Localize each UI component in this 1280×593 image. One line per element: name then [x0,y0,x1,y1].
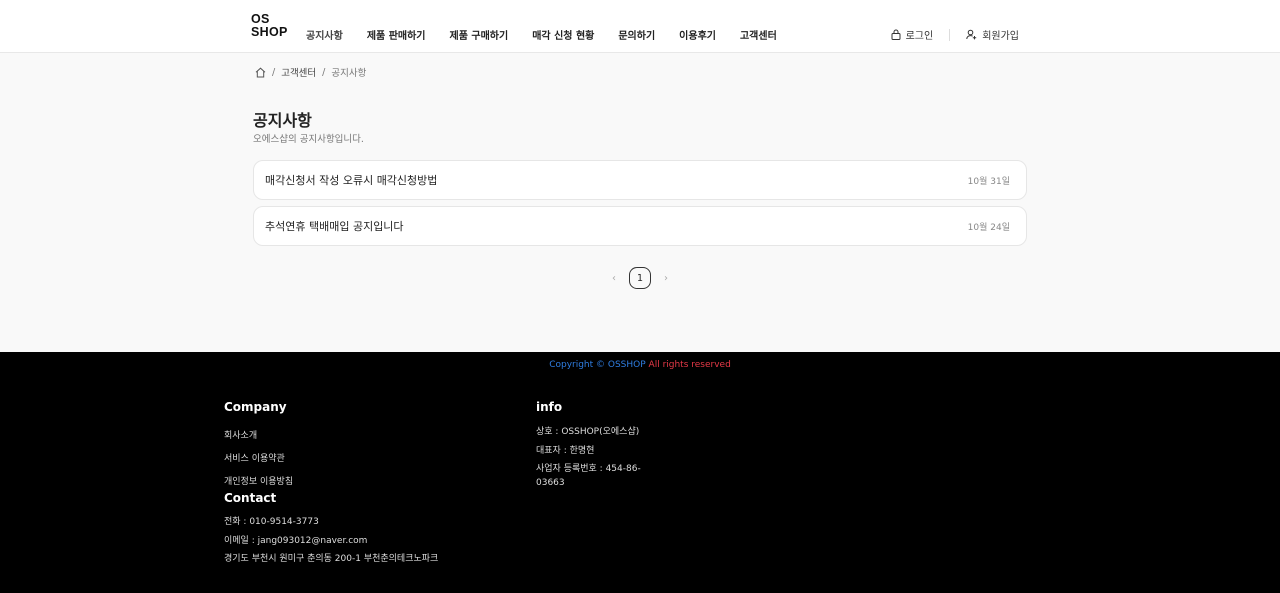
notice-date: 10월 24일 [967,222,1010,233]
notice-title: 추석연휴 택배매입 공지입니다 [265,220,404,233]
contact-heading: Contact [224,491,277,505]
footer-link-privacy[interactable]: 개인정보 이용방침 [224,474,438,487]
nav-item-support[interactable]: 고객센터 [740,27,777,42]
page-subtitle: 오에스샵의 공지사항입니다. [253,134,364,145]
notice-title: 매각신청서 작성 오류시 매각신청방법 [265,174,438,187]
info-business-number: 사업자 등록번호 : 454-86-03663 [536,464,641,488]
main-nav: 공지사항 제품 판매하기 제품 구매하기 매각 신청 현황 문의하기 이용후기 … [306,27,801,42]
copyright-tail: All rights reserved [648,360,731,370]
notice-date: 10월 31일 [967,176,1010,187]
contact-email: 이메일 : jang093012@naver.com [224,535,368,546]
prev-page-button[interactable]: ‹ [604,267,624,289]
page-number-button[interactable]: 1 [629,267,651,289]
info-ceo: 대표자 : 한명현 [536,445,595,456]
pagination: ‹ 1 › [604,267,676,289]
breadcrumb: / 고객센터 / 공지사항 [255,65,366,79]
footer-link-about[interactable]: 회사소개 [224,428,438,441]
nav-item-reviews[interactable]: 이용후기 [679,27,716,42]
contact-address: 경기도 부천시 원미구 춘의동 200-1 부천춘의테크노파크 [224,554,439,564]
page-title: 공지사항 [253,111,312,130]
logo-line-shop: SHOP [251,25,288,39]
breadcrumb-parent[interactable]: 고객센터 [281,65,316,79]
notice-item[interactable]: 추석연휴 택배매입 공지입니다 10월 24일 [253,206,1027,246]
info-company-name: 상호 : OSSHOP(오에스샵) [536,427,640,437]
nav-item-buy[interactable]: 제품 구매하기 [450,27,509,42]
info-heading: info [536,400,563,414]
footer-company-column: Company 회사소개 서비스 이용약관 개인정보 이용방침 Contact … [224,400,438,567]
footer-info-column: info 상호 : OSSHOP(오에스샵) 대표자 : 한명현 사업자 등록번… [536,400,656,490]
notice-list: 매각신청서 작성 오류시 매각신청방법 10월 31일 추석연휴 택배매입 공지… [253,160,1027,252]
nav-item-notice[interactable]: 공지사항 [306,27,343,42]
site-header: OS SHOP 공지사항 제품 판매하기 제품 구매하기 매각 신청 현황 문의… [0,0,1280,53]
auth-divider [949,28,951,41]
breadcrumb-separator: / [272,66,276,78]
login-link[interactable]: 로그인 [891,27,934,42]
signup-label: 회원가입 [982,31,1019,42]
login-label: 로그인 [905,31,934,42]
next-page-button[interactable]: › [656,267,676,289]
lock-icon [891,29,901,40]
nav-item-sale-status[interactable]: 매각 신청 현황 [532,27,594,42]
user-plus-icon [966,29,977,40]
nav-item-inquiry[interactable]: 문의하기 [618,27,655,42]
copyright-text: Copyright © OSSHOP All rights reserved [0,360,1280,370]
copyright-main: Copyright © OSSHOP [549,360,649,370]
home-icon[interactable] [255,67,266,78]
site-footer: Copyright © OSSHOP All rights reserved C… [0,352,1280,593]
company-heading: Company [224,400,287,414]
footer-link-terms[interactable]: 서비스 이용약관 [224,451,438,464]
nav-item-sell[interactable]: 제품 판매하기 [367,27,426,42]
auth-links: 로그인 회원가입 [891,27,1019,42]
breadcrumb-separator: / [322,66,326,78]
breadcrumb-current: 공지사항 [331,68,367,79]
notice-item[interactable]: 매각신청서 작성 오류시 매각신청방법 10월 31일 [253,160,1027,200]
contact-phone: 전화 : 010-9514-3773 [224,517,319,527]
signup-link[interactable]: 회원가입 [966,27,1019,42]
site-logo[interactable]: OS SHOP [251,13,288,39]
